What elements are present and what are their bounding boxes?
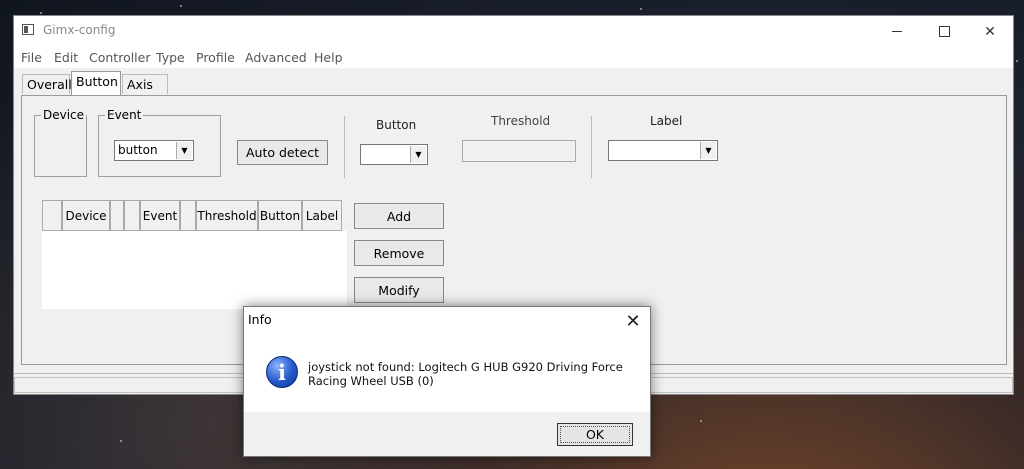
menu-file[interactable]: File xyxy=(21,50,42,65)
button-label: Button xyxy=(376,118,417,132)
menu-profile[interactable]: Profile xyxy=(196,50,235,65)
dialog-close-button[interactable]: ✕ xyxy=(618,309,648,333)
chevron-down-icon: ▼ xyxy=(410,146,426,163)
close-icon: ✕ xyxy=(984,23,996,40)
separator xyxy=(591,116,592,178)
desktop-star xyxy=(120,440,122,442)
window-title: Gimx-config xyxy=(43,23,116,37)
desktop-star xyxy=(640,8,642,10)
event-select[interactable]: button ▼ xyxy=(114,140,194,161)
column-header-device[interactable]: Device xyxy=(62,200,110,231)
dialog-title: Info xyxy=(248,312,272,327)
column-header-threshold[interactable]: Threshold xyxy=(196,200,258,231)
column-header[interactable] xyxy=(124,200,140,231)
close-button[interactable]: ✕ xyxy=(967,16,1013,47)
chevron-down-icon: ▼ xyxy=(176,142,192,159)
title-bar[interactable]: Gimx-config ✕ xyxy=(14,16,1013,47)
tab-axis[interactable]: Axis xyxy=(122,74,168,94)
menu-type[interactable]: Type xyxy=(156,50,185,65)
close-icon: ✕ xyxy=(625,310,641,332)
tab-overall[interactable]: Overall xyxy=(22,74,72,94)
desktop-star xyxy=(40,12,42,14)
separator xyxy=(344,116,345,178)
menu-controller[interactable]: Controller xyxy=(89,50,151,65)
event-group: Event button ▼ xyxy=(98,108,221,177)
maximize-icon xyxy=(938,26,950,37)
add-button[interactable]: Add xyxy=(354,203,444,229)
column-header-button[interactable]: Button xyxy=(258,200,302,231)
maximize-button[interactable] xyxy=(921,16,967,47)
device-group: Device xyxy=(34,108,87,177)
list-header: Device Event Threshold Button Label xyxy=(42,200,347,231)
column-header[interactable] xyxy=(110,200,124,231)
button-select[interactable]: ▼ xyxy=(360,144,428,165)
auto-detect-button[interactable]: Auto detect xyxy=(237,140,328,165)
dialog-footer: OK xyxy=(244,412,650,456)
menu-bar: File Edit Controller Type Profile Advanc… xyxy=(14,47,1013,68)
tab-button[interactable]: Button xyxy=(71,71,121,95)
info-dialog: Info ✕ i joystick not found: Logitech G … xyxy=(243,306,651,457)
minimize-button[interactable] xyxy=(874,16,920,47)
event-group-label: Event xyxy=(105,108,144,122)
menu-edit[interactable]: Edit xyxy=(54,50,78,65)
desktop-star xyxy=(1016,60,1018,62)
chevron-down-icon: ▼ xyxy=(700,142,716,159)
info-icon: i xyxy=(266,356,298,388)
menu-advanced[interactable]: Advanced xyxy=(245,50,307,65)
label-label: Label xyxy=(650,114,683,128)
button-list[interactable]: Device Event Threshold Button Label xyxy=(41,199,348,310)
column-header[interactable] xyxy=(42,200,62,231)
desktop-star xyxy=(700,420,702,422)
app-icon xyxy=(22,24,34,35)
ok-button[interactable]: OK xyxy=(557,423,633,446)
modify-button[interactable]: Modify xyxy=(354,277,444,303)
dialog-message: joystick not found: Logitech G HUB G920 … xyxy=(308,360,623,388)
column-header-event[interactable]: Event xyxy=(140,200,180,231)
event-select-value: button xyxy=(118,143,158,157)
desktop-star xyxy=(180,5,182,7)
remove-button[interactable]: Remove xyxy=(354,240,444,266)
threshold-label: Threshold xyxy=(491,114,551,128)
column-header[interactable] xyxy=(180,200,196,231)
label-select[interactable]: ▼ xyxy=(608,140,718,161)
threshold-field xyxy=(462,140,576,162)
list-gutter xyxy=(34,199,41,308)
column-header-label[interactable]: Label xyxy=(302,200,342,231)
menu-help[interactable]: Help xyxy=(314,50,343,65)
device-group-label: Device xyxy=(41,108,87,122)
minimize-icon xyxy=(892,31,902,32)
